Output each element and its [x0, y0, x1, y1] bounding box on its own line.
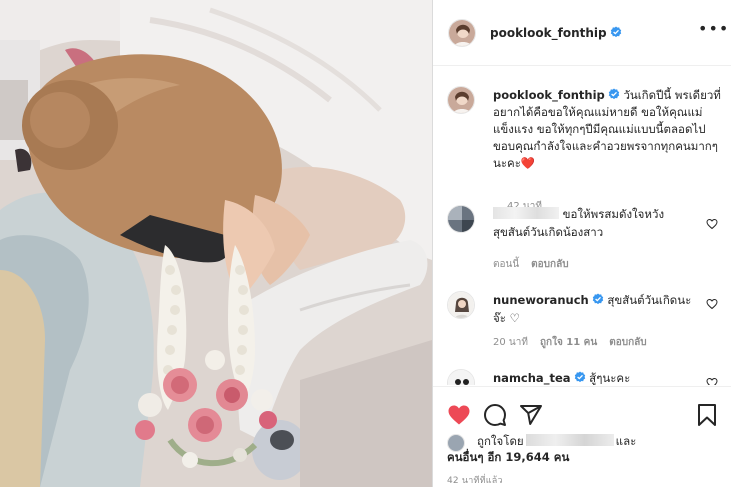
caption-text-block: pooklook_fonthip วันเกิดปีนี้ พรเดียวที่…: [493, 87, 723, 172]
verified-badge-icon: [592, 293, 603, 305]
likes-line: ถูกใจโดย และ: [477, 433, 636, 449]
likes-others-link[interactable]: คนอื่นๆ อีก 19,644 คน: [447, 449, 569, 465]
share-icon[interactable]: [519, 403, 543, 427]
comment-meta: 20 นาที ถูกใจ 11 คน ตอบกลับ: [493, 335, 647, 350]
comments-list[interactable]: pooklook_fonthip วันเกิดปีนี้ พรเดียวที่…: [433, 67, 731, 385]
post-actions: ถูกใจโดย และ คนอื่นๆ อีก 19,644 คน 42 นาท…: [433, 386, 731, 487]
blurred-username: [493, 207, 559, 219]
comment-likes-count[interactable]: ถูกใจ 11 คน: [540, 337, 597, 348]
commenter-avatar-image: [448, 206, 474, 232]
comment-body: nuneworanuch สุขสันต์วันเกิดนะจ๊ะ ♡: [493, 291, 693, 327]
commenter-avatar-image: [448, 370, 474, 385]
post-sidebar: pooklook_fonthip ••• pooklook_fonthip วั…: [432, 0, 731, 487]
comment-heart-icon[interactable]: [706, 298, 718, 310]
commenter-avatar[interactable]: [447, 291, 475, 319]
commenter-avatar-image: [448, 292, 474, 318]
caption-avatar-image: [448, 87, 474, 113]
blurred-liker-username[interactable]: [525, 434, 614, 446]
post-header: pooklook_fonthip •••: [433, 0, 731, 66]
comment-meta: ตอนนี้ ตอบกลับ: [493, 257, 569, 272]
commenter-avatar[interactable]: [447, 369, 475, 385]
comment-text: สู้ๆนะคะ: [589, 371, 631, 385]
commenter-username[interactable]: nuneworanuch: [493, 293, 589, 307]
verified-badge-icon: [608, 88, 619, 100]
comment-time[interactable]: 20 นาที: [493, 337, 528, 348]
reply-button[interactable]: ตอบกลับ: [531, 259, 568, 270]
commenter-avatar[interactable]: [447, 205, 475, 233]
caption-avatar[interactable]: [447, 86, 475, 114]
heart-icon[interactable]: [447, 403, 471, 427]
instagram-post-modal: pooklook_fonthip ••• pooklook_fonthip วั…: [0, 0, 731, 487]
reply-button[interactable]: ตอบกลับ: [609, 337, 646, 348]
red-heart-emoji: ❤️: [520, 156, 536, 170]
comment-body: namcha_tea สู้ๆนะคะ: [493, 369, 693, 385]
author-username: pooklook_fonthip: [490, 25, 607, 40]
verified-badge-icon: [574, 371, 585, 383]
bookmark-icon[interactable]: [695, 403, 719, 427]
more-options-icon[interactable]: •••: [698, 21, 728, 42]
comment-time[interactable]: ตอนนี้: [493, 259, 519, 270]
likes-prefix: ถูกใจโดย: [477, 434, 524, 448]
post-photo-illustration: [0, 0, 432, 487]
author-username-link[interactable]: pooklook_fonthip: [490, 26, 622, 40]
posted-time[interactable]: 42 นาทีที่แล้ว: [447, 473, 503, 487]
caption-username[interactable]: pooklook_fonthip: [493, 88, 605, 102]
post-photo[interactable]: [0, 0, 432, 487]
commenter-username[interactable]: namcha_tea: [493, 371, 571, 385]
comment-body: ขอให้พรสมดังใจหวัง สุขสันต์วันเกิดน้องสา…: [493, 205, 693, 241]
comment-icon[interactable]: [483, 403, 507, 427]
author-avatar-image: [449, 19, 475, 46]
likes-and: และ: [615, 434, 637, 448]
comment-heart-icon[interactable]: [706, 377, 718, 385]
verified-badge-icon: [610, 26, 621, 37]
comment-heart-icon[interactable]: [706, 218, 718, 230]
author-avatar[interactable]: [448, 18, 476, 47]
